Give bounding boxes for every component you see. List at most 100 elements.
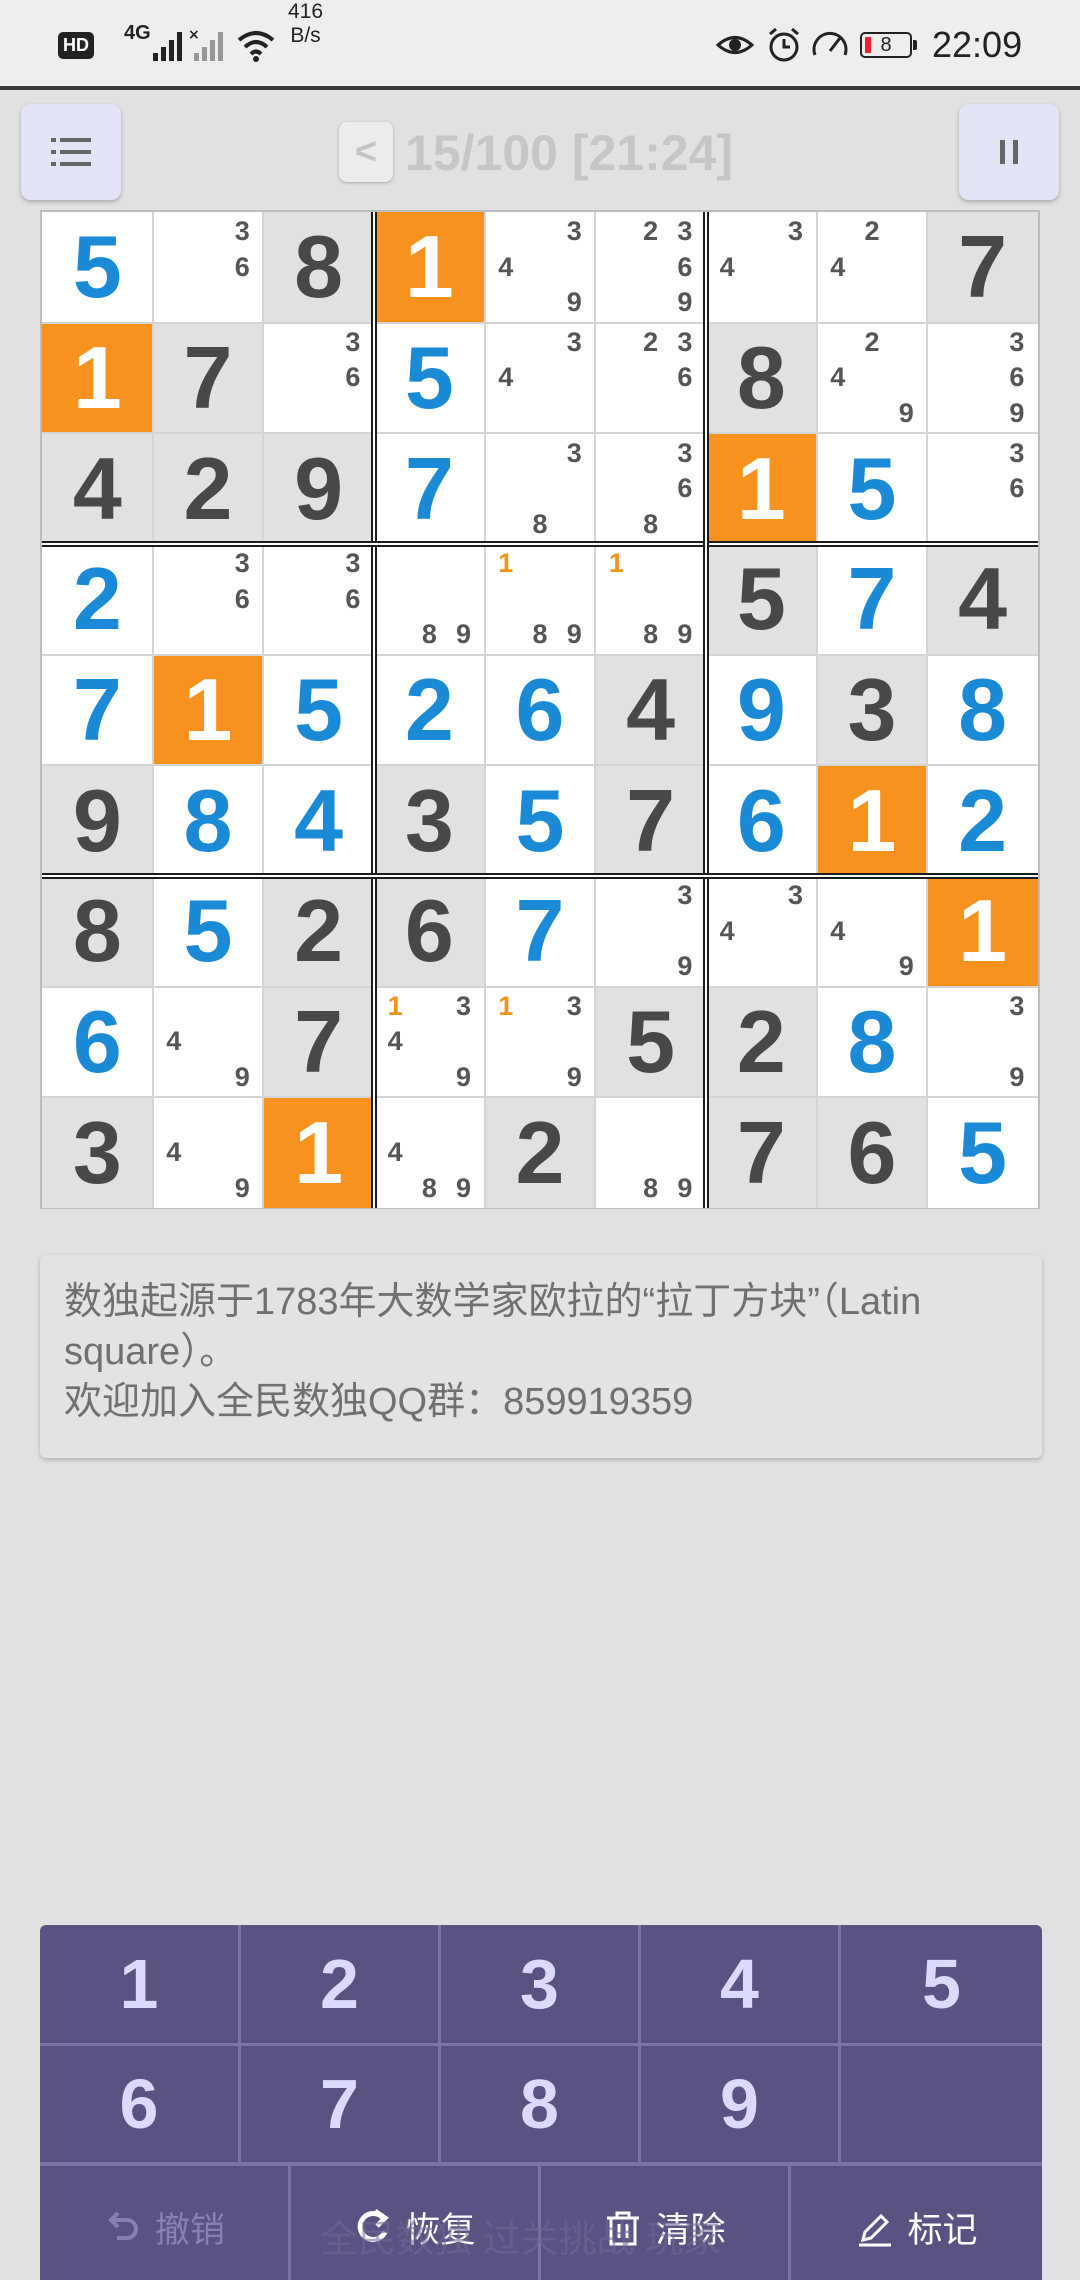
cell-r7c7[interactable]: 34 xyxy=(706,876,817,987)
cell-r8c5[interactable]: 1 3 9 xyxy=(484,986,596,1098)
cell-r7c4[interactable]: 6 xyxy=(374,876,485,987)
cell-r9c2[interactable]: 49 xyxy=(152,1097,264,1208)
cell-r7c5[interactable]: 7 xyxy=(484,876,596,987)
key-5[interactable]: 5 xyxy=(841,1925,1042,2043)
cell-r4c4[interactable]: 89 xyxy=(374,544,485,655)
cell-r3c4[interactable]: 7 xyxy=(374,433,485,544)
cell-r5c5[interactable]: 6 xyxy=(484,654,596,766)
cell-r6c4[interactable]: 3 xyxy=(374,765,485,876)
cell-r6c1[interactable]: 9 xyxy=(42,765,153,876)
pencil-marks: 39 xyxy=(599,878,702,985)
cell-r8c7[interactable]: 2 xyxy=(706,986,817,1098)
cell-r8c6[interactable]: 5 xyxy=(595,986,706,1098)
cell-r6c9[interactable]: 2 xyxy=(927,765,1038,876)
cell-r3c8[interactable]: 5 xyxy=(816,433,928,544)
key-8[interactable]: 8 xyxy=(441,2046,638,2162)
cell-r2c7[interactable]: 8 xyxy=(706,322,817,434)
cell-r8c8[interactable]: 8 xyxy=(816,986,928,1098)
cell-r3c7[interactable]: 1 xyxy=(706,433,817,544)
pencil-mark-3 xyxy=(446,1099,480,1135)
cell-r3c1[interactable]: 4 xyxy=(42,433,153,544)
cell-r2c9[interactable]: 3 6 9 xyxy=(927,322,1038,434)
cell-r2c3[interactable]: 36 xyxy=(263,322,374,434)
cell-r6c5[interactable]: 5 xyxy=(484,765,596,876)
cell-r4c7[interactable]: 5 xyxy=(706,544,817,655)
pencil-marks: 36 xyxy=(157,214,260,321)
cell-r5c4[interactable]: 2 xyxy=(374,654,485,766)
cell-r6c8[interactable]: 1 xyxy=(816,765,928,876)
pause-button[interactable] xyxy=(959,104,1059,200)
cell-r8c9[interactable]: 39 xyxy=(927,986,1038,1098)
mark-button[interactable]: 标记 xyxy=(791,2175,1042,2280)
cell-r9c3[interactable]: 1 xyxy=(263,1097,374,1208)
cell-r1c4[interactable]: 1 xyxy=(374,212,485,323)
pencil-marks: 36 xyxy=(267,325,370,432)
pencil-mark-8: 8 xyxy=(532,508,548,539)
cell-r9c7[interactable]: 7 xyxy=(706,1097,817,1208)
cell-r2c2[interactable]: 7 xyxy=(152,322,264,434)
cell-r9c4[interactable]: 489 xyxy=(374,1097,485,1208)
cell-r7c8[interactable]: 49 xyxy=(816,876,928,987)
cell-r1c1[interactable]: 5 xyxy=(42,212,153,323)
cell-r9c1[interactable]: 3 xyxy=(42,1097,153,1208)
cell-r2c8[interactable]: 24 9 xyxy=(816,322,928,434)
cell-r5c8[interactable]: 3 xyxy=(816,654,928,766)
cell-r1c6[interactable]: 23 6 9 xyxy=(595,212,706,323)
cell-r4c6[interactable]: 1 89 xyxy=(595,544,706,655)
cell-r3c3[interactable]: 9 xyxy=(263,433,374,544)
cell-r6c3[interactable]: 4 xyxy=(263,765,374,876)
cell-r3c5[interactable]: 38 xyxy=(484,433,596,544)
cell-r2c4[interactable]: 5 xyxy=(374,322,485,434)
cell-r5c1[interactable]: 7 xyxy=(42,654,153,766)
key-4[interactable]: 4 xyxy=(641,1925,838,2043)
cell-r7c2[interactable]: 5 xyxy=(152,876,264,987)
cell-r4c3[interactable]: 36 xyxy=(263,544,374,655)
cell-r4c5[interactable]: 1 89 xyxy=(484,544,596,655)
cell-r9c9[interactable]: 5 xyxy=(927,1097,1038,1208)
cell-r1c9[interactable]: 7 xyxy=(927,212,1038,323)
cell-r3c2[interactable]: 2 xyxy=(152,433,264,544)
back-button[interactable]: < xyxy=(339,122,393,182)
cell-r9c5[interactable]: 2 xyxy=(484,1097,596,1208)
cell-r4c1[interactable]: 2 xyxy=(42,544,153,655)
cell-r7c9[interactable]: 1 xyxy=(927,876,1038,987)
cell-r1c8[interactable]: 24 xyxy=(816,212,928,323)
cell-r2c6[interactable]: 23 6 xyxy=(595,322,706,434)
cell-r1c3[interactable]: 8 xyxy=(263,212,374,323)
cell-r5c7[interactable]: 9 xyxy=(706,654,817,766)
cell-r5c9[interactable]: 8 xyxy=(927,654,1038,766)
cell-r6c7[interactable]: 6 xyxy=(706,765,817,876)
cell-r7c3[interactable]: 2 xyxy=(263,876,374,987)
cell-r4c9[interactable]: 4 xyxy=(927,544,1038,655)
key-6[interactable]: 6 xyxy=(40,2046,238,2162)
cell-r6c6[interactable]: 7 xyxy=(595,765,706,876)
key-2[interactable]: 2 xyxy=(241,1925,438,2043)
cell-r2c1[interactable]: 1 xyxy=(42,322,153,434)
cell-r2c5[interactable]: 34 xyxy=(484,322,596,434)
cell-r9c8[interactable]: 6 xyxy=(816,1097,928,1208)
key-1[interactable]: 1 xyxy=(40,1925,238,2043)
cell-r5c3[interactable]: 5 xyxy=(263,654,374,766)
cell-r8c1[interactable]: 6 xyxy=(42,986,153,1098)
cell-r9c6[interactable]: 89 xyxy=(595,1097,706,1208)
cell-r5c6[interactable]: 4 xyxy=(595,654,706,766)
key-3[interactable]: 3 xyxy=(441,1925,638,2043)
cell-r8c3[interactable]: 7 xyxy=(263,986,374,1098)
menu-button[interactable] xyxy=(21,104,121,200)
cell-r3c6[interactable]: 3 68 xyxy=(595,433,706,544)
cell-r8c2[interactable]: 49 xyxy=(152,986,264,1098)
cell-r7c1[interactable]: 8 xyxy=(42,876,153,987)
key-9[interactable]: 9 xyxy=(641,2046,838,2162)
cell-r6c2[interactable]: 8 xyxy=(152,765,264,876)
cell-r1c5[interactable]: 3 4 9 xyxy=(484,212,596,323)
cell-r8c4[interactable]: 1 3 4 9 xyxy=(374,986,485,1098)
undo-button[interactable]: 撤销 xyxy=(40,2175,288,2280)
cell-r7c6[interactable]: 39 xyxy=(595,876,706,987)
cell-r4c8[interactable]: 7 xyxy=(816,544,928,655)
cell-r1c2[interactable]: 36 xyxy=(152,212,264,323)
key-7[interactable]: 7 xyxy=(241,2046,438,2162)
cell-r3c9[interactable]: 36 xyxy=(927,433,1038,544)
cell-r1c7[interactable]: 34 xyxy=(706,212,817,323)
cell-r4c2[interactable]: 36 xyxy=(152,544,264,655)
cell-r5c2[interactable]: 1 xyxy=(152,654,264,766)
